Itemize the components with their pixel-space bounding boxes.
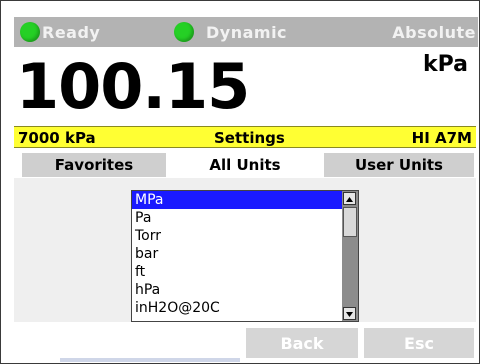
list-item-inh2o[interactable]: inH2O@20C [132,299,358,317]
range-label: 7000 kPa [18,129,96,147]
scroll-thumb[interactable] [343,207,357,237]
tab-user-units[interactable]: User Units [324,153,474,177]
status-absolute-label: Absolute [392,22,476,42]
list-scrollbar[interactable] [342,191,358,321]
list-item-bar[interactable]: bar [132,245,358,263]
tab-all-units[interactable]: All Units [172,153,318,177]
list-item-hpa[interactable]: hPa [132,281,358,299]
info-bar: 7000 kPa Settings HI A7M [14,126,476,148]
ready-led-icon [20,22,40,42]
screen-title: Settings [214,129,285,147]
list-item-ft[interactable]: ft [132,263,358,281]
dynamic-led-icon [174,22,194,42]
status-bar: Ready Dynamic Absolute [14,17,478,47]
esc-button[interactable]: Esc [364,328,474,358]
sensor-label: HI A7M [411,129,472,147]
list-item-pa[interactable]: Pa [132,209,358,227]
unit-listbox[interactable]: MPa Pa Torr bar ft hPa inH2O@20C [131,190,359,322]
list-item-torr[interactable]: Torr [132,227,358,245]
scroll-down-button[interactable] [343,307,356,320]
status-ready: Ready [20,17,100,47]
pressure-unit: kPa [422,52,468,77]
status-absolute: Absolute [390,17,476,47]
status-dynamic: Dynamic [174,17,287,47]
status-ready-label: Ready [42,22,101,42]
list-item-mpa[interactable]: MPa [132,191,358,209]
scroll-up-button[interactable] [343,192,356,205]
status-dynamic-label: Dynamic [206,22,288,42]
back-button[interactable]: Back [246,328,358,358]
bottom-edge-strip [60,358,240,362]
pressure-reading: 100.15 [16,50,250,123]
arrow-up-icon [346,197,353,202]
arrow-down-icon [346,312,353,317]
tab-favorites[interactable]: Favorites [22,153,166,177]
